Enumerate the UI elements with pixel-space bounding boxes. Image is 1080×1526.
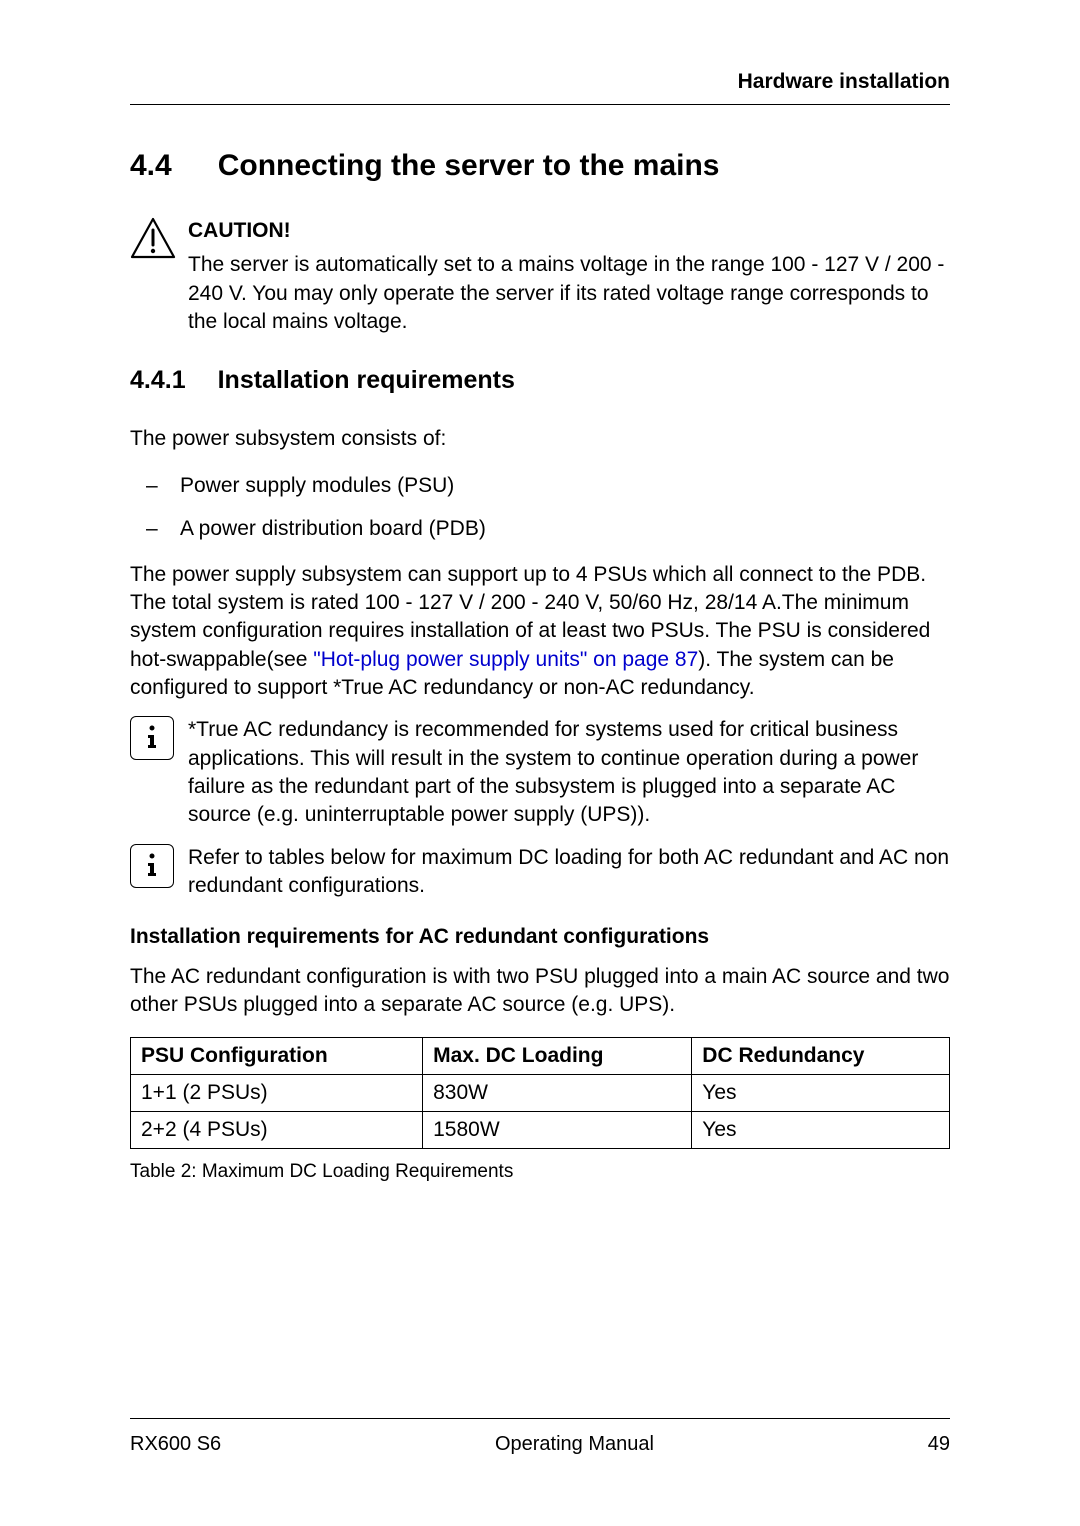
table-cell: Yes bbox=[692, 1075, 950, 1112]
info-text: Refer to tables below for maximum DC loa… bbox=[188, 844, 950, 901]
page-footer: RX600 S6 Operating Manual 49 bbox=[130, 1418, 950, 1456]
table-header: PSU Configuration bbox=[131, 1038, 423, 1075]
table-cell: Yes bbox=[692, 1112, 950, 1149]
caution-label: CAUTION! bbox=[188, 217, 950, 245]
info-block-redundancy: *True AC redundancy is recommended for s… bbox=[130, 716, 950, 829]
info-block-tables: Refer to tables below for maximum DC loa… bbox=[130, 844, 950, 901]
caution-body: The server is automatically set to a mai… bbox=[188, 253, 944, 333]
info-icon bbox=[130, 844, 188, 901]
table-header: DC Redundancy bbox=[692, 1038, 950, 1075]
caution-text: CAUTION! The server is automatically set… bbox=[188, 217, 950, 336]
table-cell: 2+2 (4 PSUs) bbox=[131, 1112, 423, 1149]
footer-center: Operating Manual bbox=[495, 1433, 654, 1456]
table-cell: 830W bbox=[423, 1075, 692, 1112]
table-cell: 1580W bbox=[423, 1112, 692, 1149]
footer-left: RX600 S6 bbox=[130, 1433, 221, 1456]
subsection-number: 4.4.1 bbox=[130, 366, 186, 395]
section-title: Connecting the server to the mains bbox=[218, 149, 720, 182]
table-caption: Table 2: Maximum DC Loading Requirements bbox=[130, 1161, 950, 1183]
caution-block: CAUTION! The server is automatically set… bbox=[130, 217, 950, 336]
psu-config-table: PSU Configuration Max. DC Loading DC Red… bbox=[130, 1037, 950, 1149]
subsection-heading: 4.4.1 Installation requirements bbox=[130, 366, 950, 395]
table-cell: 1+1 (2 PSUs) bbox=[131, 1075, 423, 1112]
list-item: A power distribution board (PDB) bbox=[130, 513, 950, 545]
warning-icon bbox=[130, 217, 186, 336]
intro-paragraph: The power subsystem consists of: bbox=[130, 425, 950, 453]
cross-reference-link[interactable]: "Hot-plug power supply units" on page 87 bbox=[313, 648, 698, 671]
section-heading: 4.4 Connecting the server to the mains bbox=[130, 149, 950, 183]
paragraph-ac-config: The AC redundant configuration is with t… bbox=[130, 963, 950, 1020]
header-title: Hardware installation bbox=[738, 70, 950, 93]
table-row: 2+2 (4 PSUs) 1580W Yes bbox=[131, 1112, 950, 1149]
subsection-title: Installation requirements bbox=[218, 366, 515, 394]
paragraph-psu: The power supply subsystem can support u… bbox=[130, 561, 950, 703]
info-text: *True AC redundancy is recommended for s… bbox=[188, 716, 950, 829]
table-row: 1+1 (2 PSUs) 830W Yes bbox=[131, 1075, 950, 1112]
footer-right: 49 bbox=[928, 1433, 950, 1456]
table-header-row: PSU Configuration Max. DC Loading DC Red… bbox=[131, 1038, 950, 1075]
info-icon bbox=[130, 716, 188, 829]
sub-heading-ac-redundant: Installation requirements for AC redunda… bbox=[130, 925, 950, 949]
component-list: Power supply modules (PSU) A power distr… bbox=[130, 470, 950, 545]
page-header: Hardware installation bbox=[130, 70, 950, 105]
section-number: 4.4 bbox=[130, 149, 172, 183]
table-header: Max. DC Loading bbox=[423, 1038, 692, 1075]
list-item: Power supply modules (PSU) bbox=[130, 470, 950, 502]
